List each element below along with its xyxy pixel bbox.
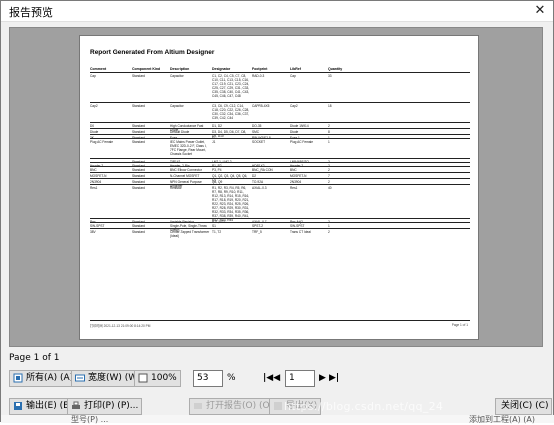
- table-cell: Standard: [132, 186, 145, 190]
- table-cell: R1, R2, R3, R4, R5, R6, R7, R8, R9, R10,…: [212, 186, 250, 222]
- first-page-icon[interactable]: |◀◀: [263, 373, 280, 383]
- open-report-icon: [194, 403, 202, 409]
- export-icon: [14, 402, 22, 410]
- table-cell: 38V: [90, 230, 96, 234]
- table-cell: AXIAL-0.3: [252, 186, 267, 190]
- table-cell: Resistor: [170, 186, 182, 190]
- window-title: 报告预览: [9, 6, 53, 19]
- preview-area[interactable]: Report Generated From Altium Designer Co…: [9, 27, 543, 347]
- table-cell: Capacitor: [170, 104, 184, 108]
- table-cell: C3, C6, C9, C12, C14, C18, C20, C22, C26…: [212, 104, 250, 120]
- table-row: Res1 Standard Resistor R1, R2, R3, R4, R5, …: [90, 184, 470, 222]
- page-input[interactable]: 1: [285, 370, 315, 387]
- table-cell: Plug AC Female: [290, 140, 314, 144]
- fit-all-label: 所有(A) (A): [26, 373, 74, 383]
- fit-width-label: 宽度(W) (W): [88, 373, 141, 383]
- background-left-text: 型号(P) ...: [71, 415, 109, 424]
- percent-label: %: [227, 373, 236, 383]
- column-header: Designator: [212, 67, 231, 71]
- close-label: 关闭(C) (C): [501, 401, 549, 411]
- page-icon: [13, 373, 23, 383]
- table-cell: Trans CT Ideal: [290, 230, 311, 234]
- print-label: 打印(P) (P)...: [84, 401, 139, 411]
- column-header: Description: [170, 67, 190, 71]
- report-footer-page: Page 1 of 1: [451, 323, 468, 327]
- table-cell: 18: [328, 104, 332, 108]
- zoom-icon: [138, 373, 148, 383]
- report-title: Report Generated From Altium Designer: [90, 49, 215, 56]
- table-cell: 2: [328, 230, 330, 234]
- column-header: LibRef: [290, 67, 301, 71]
- print-button[interactable]: 打印(P) (P)...: [67, 398, 143, 415]
- last-page-icon[interactable]: ▶|: [329, 373, 339, 383]
- close-icon[interactable]: ✕: [531, 3, 549, 19]
- table-cell: Plug AC Female: [90, 140, 114, 144]
- table-cell: Res1: [290, 186, 298, 190]
- table-cell: CAPR5-4X5: [252, 104, 270, 108]
- table-cell: TRF_5: [252, 230, 262, 234]
- table-row: Plug AC Female Standard IEC Mains Power Ou…: [90, 138, 470, 159]
- footer-divider: [90, 320, 470, 321]
- excel-icon: [274, 402, 282, 410]
- page-status: Page 1 of 1: [9, 353, 60, 363]
- close-button[interactable]: 关闭(C) (C): [495, 398, 553, 415]
- table-row: Cap Standard Capacitor C1, C2, C4, C5, C7, …: [90, 72, 470, 103]
- table-row: Cap2 Standard Capacitor C3, C6, C9, C12, C1…: [90, 102, 470, 123]
- table-cell: RAD-0.3: [252, 74, 265, 78]
- print-icon: [72, 401, 80, 409]
- zoom-100-label: 100%: [151, 373, 177, 383]
- zoom-100-button[interactable]: 100%: [134, 370, 181, 387]
- table-cell: Cap2: [290, 104, 298, 108]
- table-cell: IEC Mains Power Outlet, EMEC 32D-0-2 F, …: [170, 140, 207, 156]
- next-page-icon[interactable]: ▶: [319, 373, 326, 383]
- table-cell: J1: [212, 140, 216, 144]
- title-bar: 报告预览 ✕: [1, 1, 553, 22]
- report-page: Report Generated From Altium Designer Co…: [79, 35, 479, 340]
- open-report-button[interactable]: 打开报告(O) (O): [189, 398, 278, 415]
- table-cell: Standard: [132, 104, 145, 108]
- table-cell: 33: [328, 74, 332, 78]
- column-header: Component Kind: [132, 67, 161, 71]
- table-row: 38V Standard Center-Tapped Transformer (Id…: [90, 228, 470, 238]
- table-cell: Capacitor: [170, 74, 184, 78]
- table-cell: T1, T2: [212, 230, 222, 234]
- table-cell: C1, C2, C4, C5, C7, C8, C10, C11, C13, C…: [212, 74, 250, 98]
- table-cell: SOCKET: [252, 140, 266, 144]
- watermark: https://blog.csdn.net/qq_24: [284, 400, 444, 413]
- table-cell: Standard: [132, 140, 145, 144]
- width-icon: [75, 374, 85, 382]
- report-footer-date: 打印时间 2021-12-13 21:09:00 8:14:20 PM: [90, 324, 151, 328]
- column-header: Footprint: [252, 67, 268, 71]
- fit-all-button[interactable]: 所有(A) (A): [9, 370, 78, 387]
- report-preview-window: 报告预览 ✕ Report Generated From Altium Desi…: [0, 0, 554, 424]
- table-cell: Standard: [132, 74, 145, 78]
- table-cell: Center-Tapped Transformer (Ideal): [170, 230, 210, 238]
- table-cell: Cap: [90, 74, 96, 78]
- open-report-label: 打开报告(O) (O): [206, 401, 274, 411]
- table-cell: Cap: [290, 74, 296, 78]
- table-cell: 1: [328, 140, 330, 144]
- background-right-text: 添加到工程(A) (A): [469, 415, 535, 424]
- table-cell: Res1: [90, 186, 98, 190]
- column-header: Comment: [90, 67, 107, 71]
- table-cell: Standard: [132, 230, 145, 234]
- column-header: Quantity: [328, 67, 343, 71]
- zoom-input[interactable]: 53: [193, 370, 223, 387]
- table-cell: 40: [328, 186, 332, 190]
- table-cell: Cap2: [90, 104, 98, 108]
